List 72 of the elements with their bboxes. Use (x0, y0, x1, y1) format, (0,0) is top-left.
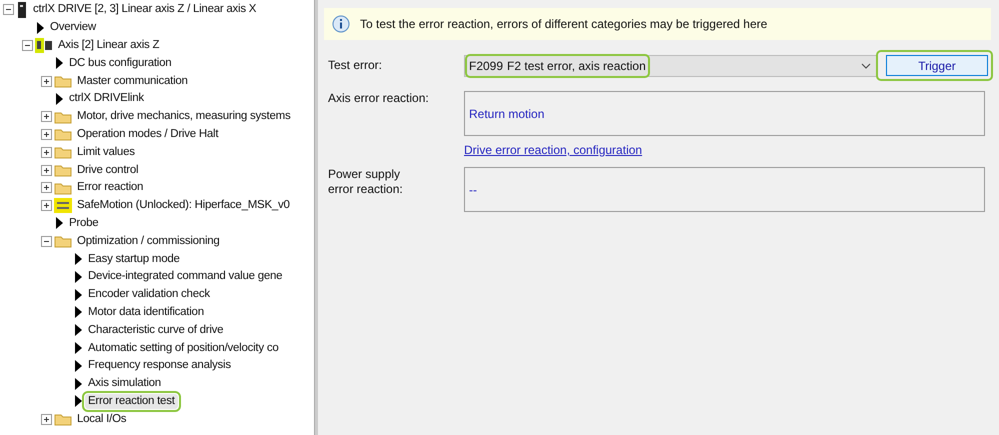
test-error-dropdown[interactable]: F2099 F2 test error, axis reaction (464, 54, 878, 76)
expand-icon[interactable] (41, 111, 52, 122)
page-icon (73, 252, 83, 266)
tree-item[interactable]: DC bus configuration (66, 56, 174, 71)
expand-icon[interactable] (41, 414, 52, 425)
page-icon (54, 56, 64, 70)
collapse-icon[interactable] (22, 40, 33, 51)
tree-item[interactable]: Encoder validation check (85, 287, 213, 302)
folder-icon (54, 234, 72, 248)
page-icon (73, 323, 83, 338)
tree-item[interactable]: Motor data identification (85, 304, 207, 320)
collapse-icon[interactable] (41, 236, 52, 247)
folder-icon (54, 110, 72, 124)
expand-icon[interactable] (41, 182, 52, 194)
page-icon (73, 376, 83, 391)
page-icon (73, 305, 83, 320)
tree-item[interactable]: Optimization / commissioning (74, 234, 223, 249)
chevron-down-icon (861, 62, 871, 68)
tree-item[interactable]: ctrlX DRIVE [2, 3] Linear axis Z / Linear axis X (30, 2, 260, 18)
folder-icon (54, 74, 72, 88)
page-icon (73, 394, 83, 408)
folder-icon (54, 412, 72, 426)
tree-item[interactable]: Axis simulation (85, 376, 164, 392)
tree-item[interactable]: Frequency response analysis (85, 358, 234, 374)
collapse-icon[interactable] (3, 4, 14, 16)
tree-item[interactable]: Overview (47, 20, 99, 36)
page-icon (54, 216, 64, 230)
tree-item[interactable]: Limit values (74, 144, 138, 160)
expand-icon[interactable] (41, 76, 52, 87)
field-label: Axis error reaction: (327, 91, 430, 107)
tree-item[interactable]: Error reaction test (85, 394, 178, 409)
expand-icon[interactable] (41, 146, 52, 158)
drive-icon (16, 2, 28, 18)
folder-icon (54, 180, 72, 195)
info-icon (332, 15, 350, 33)
config-link[interactable]: Drive error reaction, configuration (464, 141, 642, 159)
expand-icon[interactable] (41, 200, 52, 212)
tree-item[interactable]: Drive control (74, 162, 142, 178)
expand-icon[interactable] (41, 128, 52, 140)
info-text: To test the error reaction, errors of different categories may be triggered here (360, 16, 768, 33)
tree-item[interactable]: Device-integrated command value gene (85, 269, 286, 284)
tree-item[interactable]: Master communication (74, 74, 191, 89)
folder-icon (54, 163, 72, 178)
tree-item[interactable]: Probe (66, 216, 102, 231)
value-text: -- (469, 182, 477, 198)
tree-item[interactable]: ctrlX DRIVElink (66, 91, 147, 106)
field-label: Test error: (327, 58, 384, 73)
error-text: F2 test error, axis reaction (507, 58, 646, 74)
axis-icon (35, 38, 53, 53)
field-label: Power supply error reaction: (327, 167, 404, 198)
error-code: F2099 (469, 58, 504, 74)
page-icon (73, 270, 83, 284)
safety-icon (54, 198, 72, 214)
page-icon (35, 20, 45, 35)
tree-item[interactable]: Characteristic curve of drive (85, 322, 226, 338)
tree-item[interactable]: Axis [2] Linear axis Z (55, 38, 162, 53)
tree-item[interactable]: Local I/Os (74, 412, 130, 427)
tree-item[interactable]: Error reaction (74, 180, 146, 196)
page-icon (73, 341, 83, 356)
folder-icon (54, 145, 72, 160)
page-icon (73, 288, 83, 302)
tree-item[interactable]: Motor, drive mechanics, measuring systems (74, 109, 294, 124)
page-icon (54, 92, 64, 106)
tree-item[interactable]: Operation modes / Drive Halt (74, 126, 222, 142)
value-text: Return motion (469, 106, 544, 122)
tree-item[interactable]: Easy startup mode (85, 252, 183, 267)
tree-item[interactable]: Automatic setting of position/velocity co (85, 340, 282, 356)
expand-icon[interactable] (41, 164, 52, 176)
folder-icon (54, 127, 72, 142)
tree-item[interactable]: SafeMotion (Unlocked): Hiperface_MSK_v0 (74, 198, 293, 214)
page-icon (73, 358, 83, 373)
trigger-button[interactable]: Trigger (886, 55, 988, 76)
